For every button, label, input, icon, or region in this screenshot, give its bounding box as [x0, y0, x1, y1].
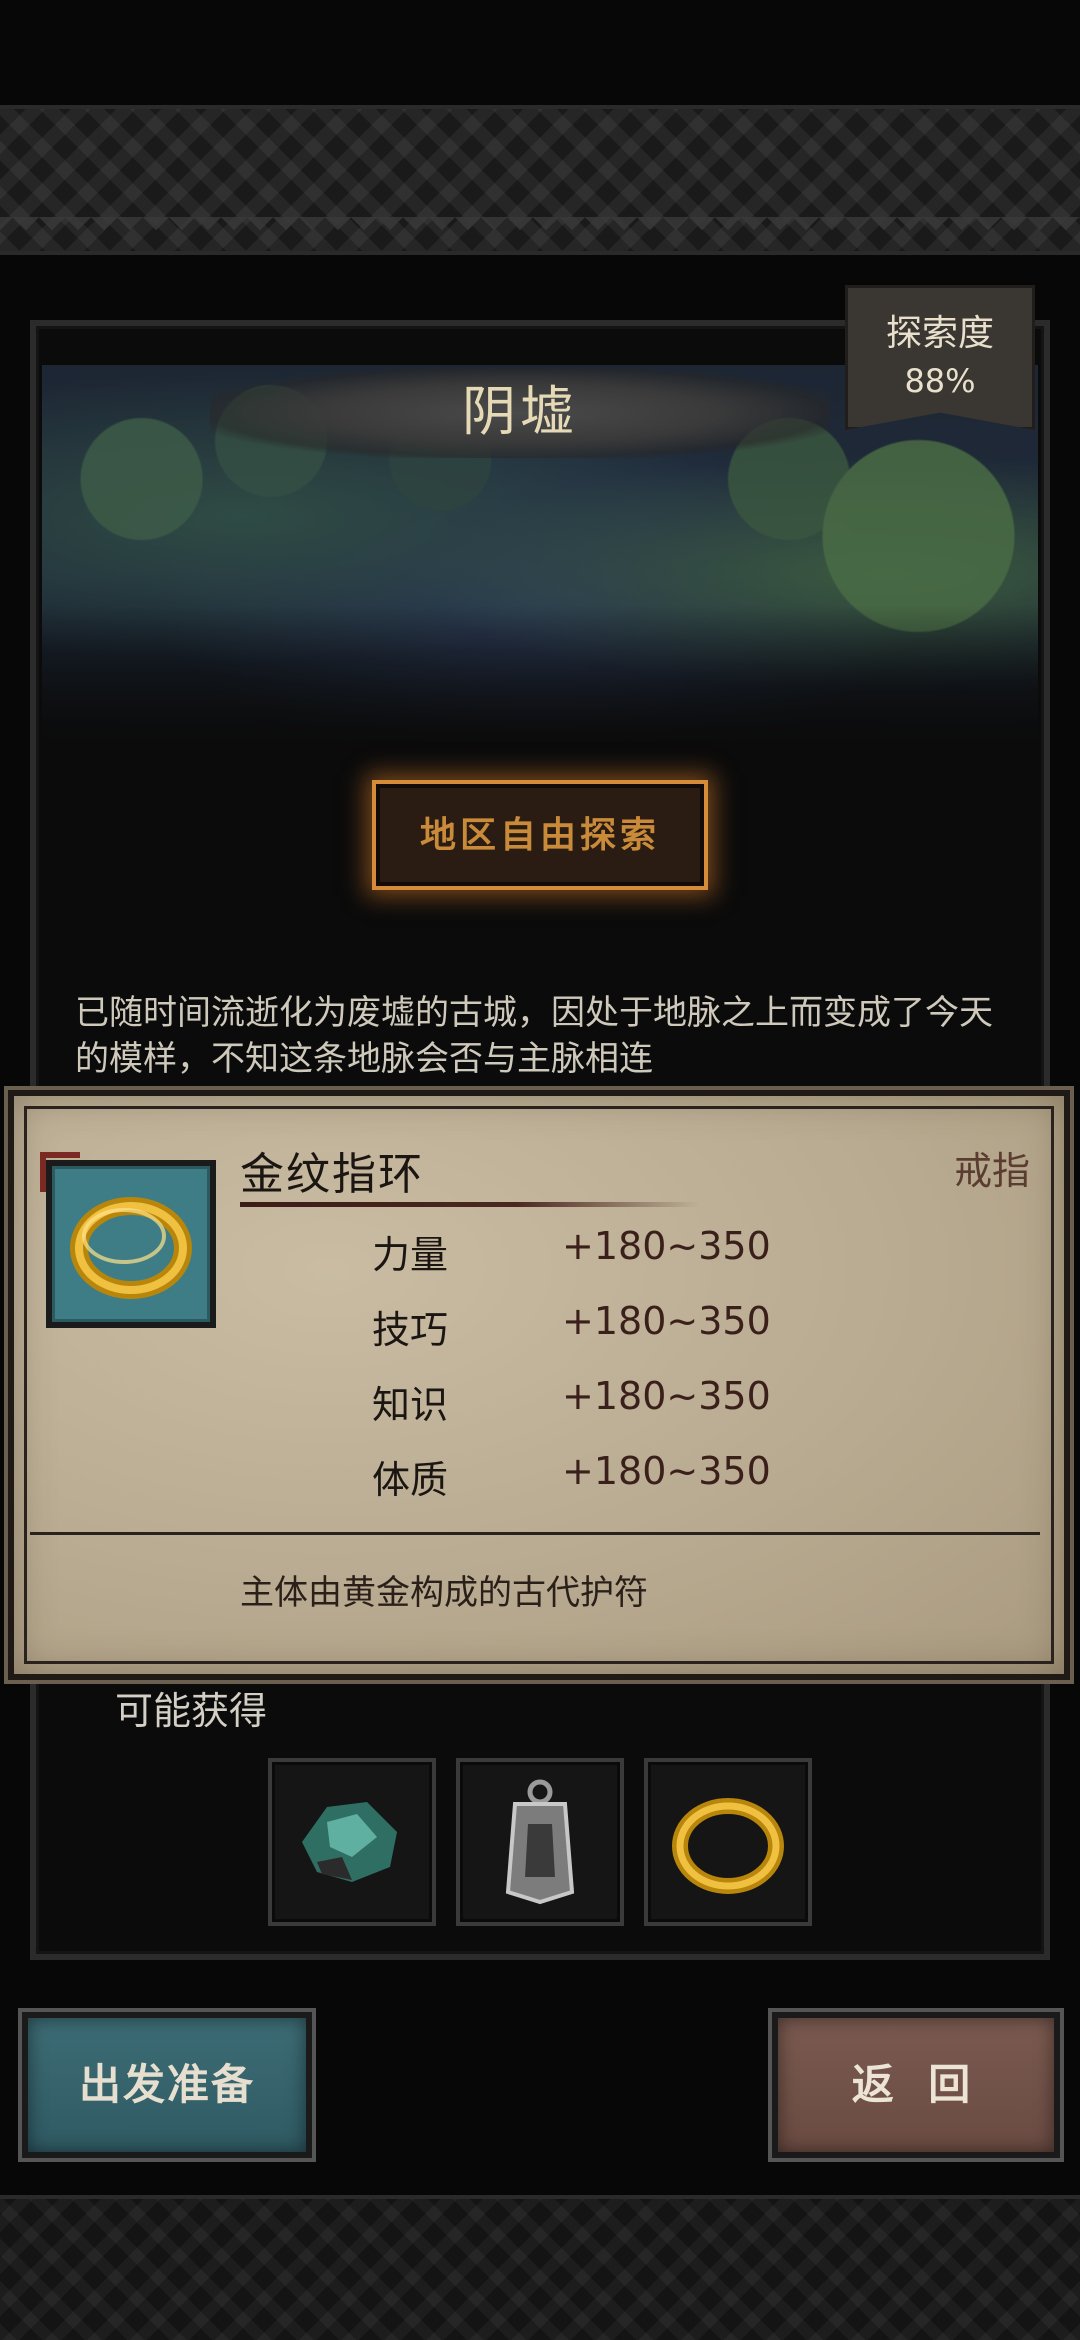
item-type: 戒指 [953, 1149, 1030, 1193]
stat-name: 技巧 [372, 1308, 449, 1352]
reward-slot[interactable] [456, 1758, 624, 1926]
reward-slot[interactable] [644, 1758, 812, 1926]
stat-value: +180~350 [562, 1449, 771, 1493]
exploration-value: 88% [904, 362, 976, 400]
free-explore-button[interactable]: 地区自由探索 [372, 780, 708, 890]
stat-value: +180~350 [562, 1374, 771, 1418]
stat-name: 知识 [372, 1383, 449, 1427]
name-underline [240, 1202, 700, 1207]
exploration-banner: 探索度 88% [845, 285, 1035, 430]
item-icon-frame [46, 1160, 216, 1328]
area-description: 已随时间流逝化为废墟的古城，因处于地脉之上而变成了今天的模样，不知这条地脉会否与… [75, 993, 993, 1079]
bottom-decorative-band [0, 2195, 1080, 2340]
stat-value: +180~350 [562, 1224, 771, 1268]
stat-row: 力量 +180~350 [372, 1224, 872, 1284]
depart-prepare-button[interactable]: 出发准备 [22, 2012, 312, 2158]
exploration-label: 探索度 [885, 313, 994, 354]
zigzag-border [0, 217, 1080, 243]
gold-ring-icon [70, 1197, 192, 1299]
stat-row: 知识 +180~350 [372, 1374, 872, 1434]
green-ore-icon [302, 1802, 397, 1882]
silver-talisman-icon [505, 1779, 575, 1905]
area-title: 阴墟 [462, 380, 578, 443]
gold-ring-icon [672, 1798, 784, 1894]
item-name: 金纹指环 [240, 1149, 424, 1200]
card-divider [30, 1532, 1040, 1535]
stat-row: 体质 +180~350 [372, 1449, 872, 1509]
stat-value: +180~350 [562, 1299, 771, 1343]
stat-row: 技巧 +180~350 [372, 1299, 872, 1359]
stat-name: 体质 [372, 1458, 449, 1502]
possible-rewards-label: 可能获得 [115, 1689, 268, 1730]
back-button[interactable]: 返 回 [772, 2012, 1060, 2158]
item-description: 主体由黄金构成的古代护符 [240, 1573, 648, 1613]
top-decorative-band [0, 105, 1080, 255]
stat-name: 力量 [372, 1233, 449, 1277]
reward-slot[interactable] [268, 1758, 436, 1926]
